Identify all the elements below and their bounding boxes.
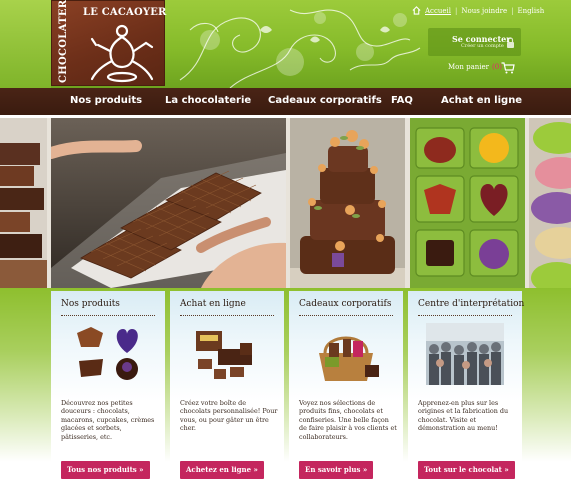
card-interpretation-center: Centre d'interprétation Apprenez-en plus… bbox=[408, 291, 525, 491]
photo-chocolate-tablet bbox=[51, 118, 286, 288]
photo-chocolate-stack bbox=[0, 118, 47, 288]
card-divider bbox=[299, 315, 393, 316]
card-description: Créez votre boîte de chocolats personnal… bbox=[180, 399, 278, 433]
card-image-visitors bbox=[426, 323, 504, 385]
separator: | bbox=[455, 6, 458, 15]
card-image-chocolates bbox=[77, 327, 138, 380]
all-products-button[interactable]: Tous nos produits » bbox=[61, 461, 150, 479]
buy-online-button[interactable]: Achetez en ligne » bbox=[180, 461, 264, 479]
card-image-chocolate-box bbox=[196, 331, 252, 379]
language-link[interactable]: English bbox=[518, 7, 545, 15]
login-box[interactable]: Se connecter Créer un compte bbox=[428, 28, 521, 56]
logo-figure-icon bbox=[90, 24, 154, 83]
photo-bonbons-box bbox=[410, 118, 525, 288]
card-products: Nos produits Découvrez nos petites douce… bbox=[51, 291, 165, 491]
card-description: Voyez nos sélections de produits fins, c… bbox=[299, 399, 397, 441]
cart-icon bbox=[501, 62, 515, 74]
header-swirl-decoration bbox=[179, 9, 421, 88]
nav-item-chocolaterie[interactable]: La chocolaterie bbox=[165, 95, 251, 106]
logo-text-top: LE CACAOYER bbox=[83, 7, 167, 18]
home-icon bbox=[412, 6, 421, 15]
contact-link[interactable]: Nous joindre bbox=[461, 7, 507, 15]
top-links: Accueil | Nous joindre | English bbox=[412, 6, 544, 18]
nav-item-online-shop[interactable]: Achat en ligne bbox=[441, 95, 522, 106]
card-description: Apprenez-en plus sur les origines et la … bbox=[418, 399, 509, 433]
card-divider bbox=[418, 315, 512, 316]
cart-link[interactable]: Mon panier (0) bbox=[448, 62, 515, 75]
card-description: Découvrez nos petites douceurs : chocola… bbox=[61, 399, 155, 441]
learn-more-button[interactable]: En savoir plus » bbox=[299, 461, 374, 479]
card-image-gift-basket bbox=[319, 336, 379, 381]
logo[interactable]: CHOCOLATERIE LE CACAOYER bbox=[51, 0, 167, 86]
about-chocolate-button[interactable]: Tout sur le chocolat » bbox=[418, 461, 515, 479]
home-link[interactable]: Accueil bbox=[425, 7, 451, 15]
photo-chocolate-cake bbox=[290, 118, 405, 288]
card-corporate-gifts: Cadeaux corporatifs Voyez nos sélections… bbox=[289, 291, 403, 491]
photo-macarons bbox=[529, 118, 571, 288]
nav-item-products[interactable]: Nos produits bbox=[70, 95, 142, 106]
logo-text-vertical: CHOCOLATERIE bbox=[58, 0, 69, 83]
nav-item-faq[interactable]: FAQ bbox=[391, 95, 413, 106]
create-account-link[interactable]: Créer un compte bbox=[461, 43, 504, 49]
main-navigation: Nos produits La chocolaterie Cadeaux cor… bbox=[0, 88, 571, 115]
header-left-strip bbox=[0, 0, 51, 88]
card-title: Cadeaux corporatifs bbox=[299, 299, 392, 309]
nav-item-corporate-gifts[interactable]: Cadeaux corporatifs bbox=[268, 95, 382, 106]
cart-label: Mon panier bbox=[448, 63, 490, 71]
separator: | bbox=[511, 6, 514, 15]
card-title: Achat en ligne bbox=[180, 299, 246, 309]
card-divider bbox=[180, 315, 274, 316]
card-online-shop: Achat en ligne Créez votre boîte de choc… bbox=[170, 291, 284, 491]
photo-band bbox=[0, 118, 571, 288]
card-title: Nos produits bbox=[61, 299, 120, 309]
lock-icon bbox=[507, 37, 514, 48]
card-title: Centre d'interprétation bbox=[418, 299, 525, 309]
card-divider bbox=[61, 315, 155, 316]
